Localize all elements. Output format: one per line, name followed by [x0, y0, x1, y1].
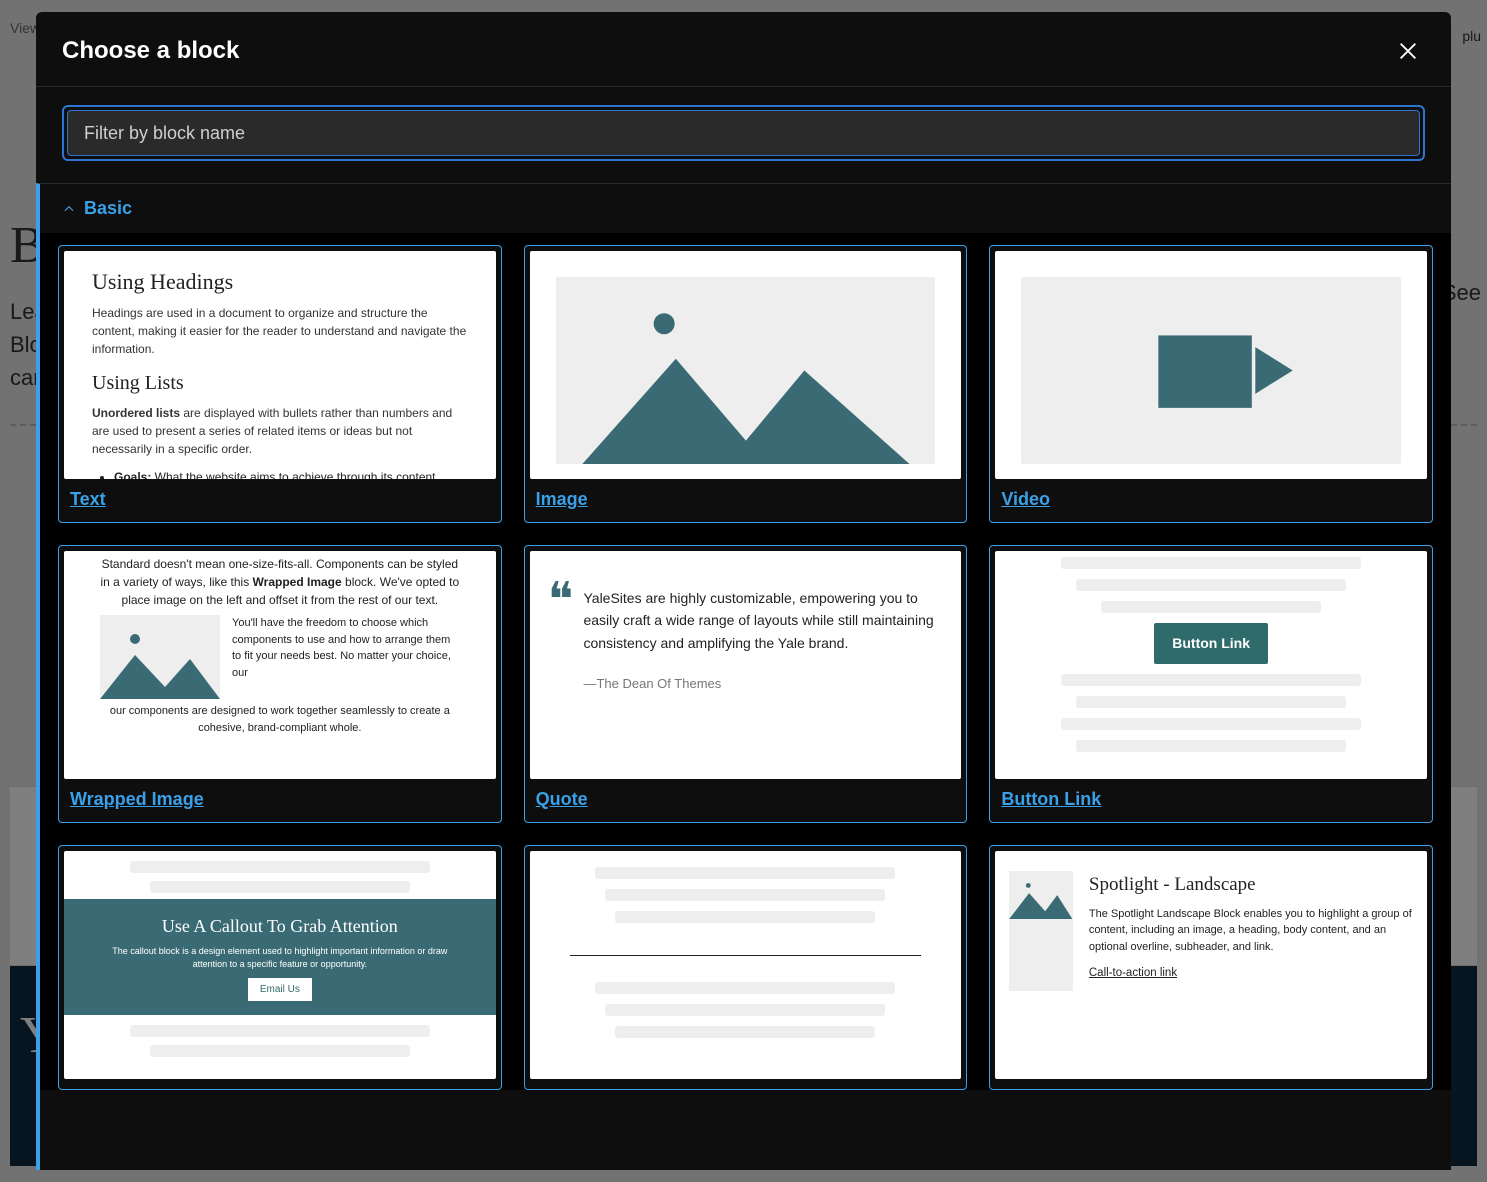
callout-cta: Email Us	[248, 978, 312, 1001]
skeleton-line	[1061, 674, 1361, 686]
callout-hero: Use A Callout To Grab Attention The call…	[64, 899, 496, 1015]
preview-button-link: Button Link	[995, 551, 1427, 779]
pv-wrapped-tail: our components are designed to work toge…	[100, 703, 460, 736]
spotlight-title: Spotlight - Landscape	[1089, 871, 1415, 900]
skeleton-line	[615, 1026, 875, 1038]
pv-wrapped-row: You'll have the freedom to choose which …	[100, 615, 460, 699]
blocks-scroll[interactable]: Basic Using Headings Headings are used i…	[36, 183, 1451, 1170]
preview-callout: Use A Callout To Grab Attention The call…	[64, 851, 496, 1079]
skeleton-line	[150, 1045, 410, 1057]
block-card-divider[interactable]	[524, 845, 968, 1090]
preview-spotlight: Spotlight - Landscape The Spotlight Land…	[995, 851, 1427, 1079]
divider-line-icon	[570, 955, 922, 956]
skeleton-line	[1076, 696, 1346, 708]
spotlight-body: The Spotlight Landscape Block enables yo…	[1089, 906, 1415, 956]
modal-title: Choose a block	[62, 37, 239, 65]
close-button[interactable]	[1391, 34, 1425, 68]
preview-image	[530, 251, 962, 479]
callout-title: Use A Callout To Grab Attention	[104, 913, 456, 940]
pv-text-h2: Using Lists	[92, 368, 468, 398]
search-focus-ring	[62, 105, 1425, 161]
card-label-quote: Quote	[530, 779, 962, 812]
block-card-quote[interactable]: ❝ YaleSites are highly customizable, emp…	[524, 545, 968, 823]
section-basic-label: Basic	[84, 198, 132, 219]
block-card-button-link[interactable]: Button Link Button Link	[989, 545, 1433, 823]
skeleton-line	[1061, 718, 1361, 730]
section-basic-toggle[interactable]: Basic	[40, 184, 1451, 233]
preview-video	[995, 251, 1427, 479]
spotlight-thumb-icon	[1009, 871, 1073, 991]
skeleton-line	[1076, 579, 1346, 591]
skeleton-line	[595, 867, 895, 879]
pv-text-h1: Using Headings	[92, 265, 468, 298]
skeleton-line	[615, 911, 875, 923]
skeleton-line	[595, 982, 895, 994]
pv-text-p2: Unordered lists are displayed with bulle…	[92, 404, 468, 458]
preview-divider	[530, 851, 962, 1079]
card-label-text: Text	[64, 479, 496, 512]
card-label-buttonlink: Button Link	[995, 779, 1427, 812]
skeleton-line	[1061, 557, 1361, 569]
block-card-wrapped-image[interactable]: Standard doesn't mean one-size-fits-all.…	[58, 545, 502, 823]
preview-quote: ❝ YaleSites are highly customizable, emp…	[530, 551, 962, 779]
video-placeholder-icon	[1021, 277, 1401, 464]
wrapped-thumb-icon	[100, 615, 220, 699]
block-card-callout[interactable]: Use A Callout To Grab Attention The call…	[58, 845, 502, 1090]
modal-header: Choose a block	[36, 12, 1451, 86]
callout-body: The callout block is a design element us…	[104, 945, 456, 970]
skeleton-line	[130, 861, 430, 873]
pv-text-p1: Headings are used in a document to organ…	[92, 304, 468, 358]
pv-wrapped-lead: Standard doesn't mean one-size-fits-all.…	[100, 555, 460, 609]
chevron-up-icon	[62, 202, 76, 216]
block-grid: Using Headings Headings are used in a do…	[58, 245, 1433, 1090]
block-card-text[interactable]: Using Headings Headings are used in a do…	[58, 245, 502, 523]
card-label-wrapped: Wrapped Image	[64, 779, 496, 812]
choose-block-modal: Choose a block Basic Using Headings Head…	[36, 12, 1451, 1170]
image-placeholder-icon	[556, 277, 936, 464]
section-basic-body: Using Headings Headings are used in a do…	[40, 233, 1451, 1090]
card-label-image: Image	[530, 479, 962, 512]
pv-button: Button Link	[1154, 623, 1268, 664]
pv-text-list: Goals: What the website aims to achieve …	[92, 468, 468, 479]
preview-text: Using Headings Headings are used in a do…	[64, 251, 496, 479]
block-card-spotlight-landscape[interactable]: Spotlight - Landscape The Spotlight Land…	[989, 845, 1433, 1090]
skeleton-line	[130, 1025, 430, 1037]
skeleton-line	[1101, 601, 1321, 613]
block-card-image[interactable]: Image	[524, 245, 968, 523]
spotlight-cta: Call-to-action link	[1089, 965, 1177, 982]
filter-input[interactable]	[67, 110, 1420, 156]
skeleton-line	[605, 889, 885, 901]
block-card-video[interactable]: Video	[989, 245, 1433, 523]
card-label-video: Video	[995, 479, 1427, 512]
search-area	[36, 86, 1451, 183]
quote-mark-icon: ❝	[548, 587, 574, 779]
skeleton-line	[1076, 740, 1346, 752]
preview-wrapped: Standard doesn't mean one-size-fits-all.…	[64, 551, 496, 779]
close-icon	[1397, 40, 1419, 62]
pv-wrapped-side: You'll have the freedom to choose which …	[232, 615, 460, 681]
skeleton-line	[150, 881, 410, 893]
skeleton-line	[605, 1004, 885, 1016]
pv-quote-body: YaleSites are highly customizable, empow…	[583, 587, 943, 654]
pv-quote-attr: —The Dean Of Themes	[583, 674, 943, 694]
